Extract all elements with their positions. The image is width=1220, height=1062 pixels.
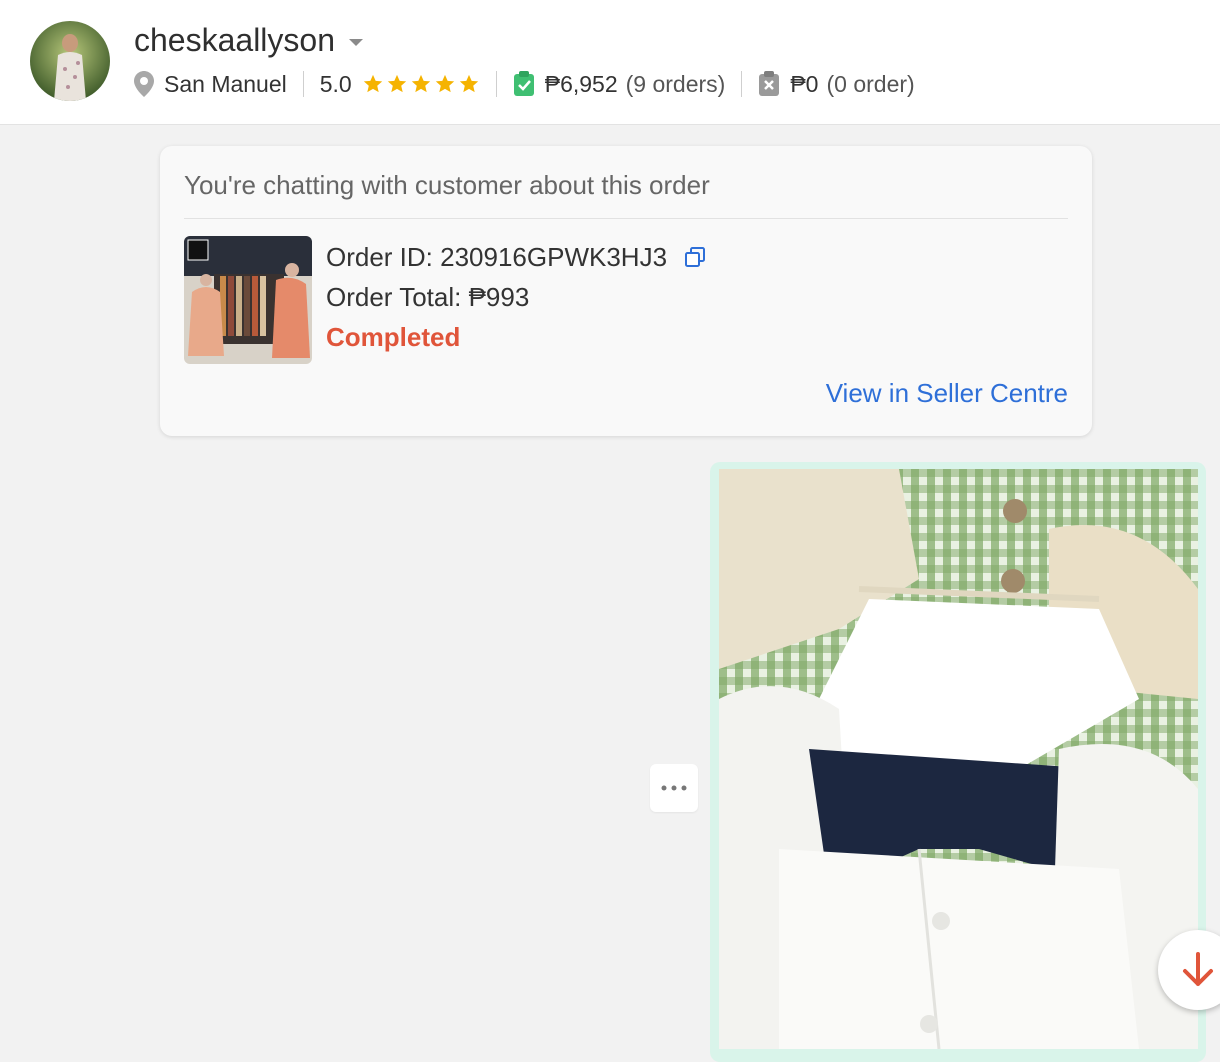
customer-meta: San Manuel 5.0 ₱6,952 (9 orders) ₱0 (0 o…	[134, 66, 915, 102]
username: cheskaallyson	[134, 22, 335, 58]
order-id: Order ID: 230916GPWK3HJ3	[326, 242, 668, 272]
rating-value: 5.0	[319, 70, 352, 97]
cancelled-amount: ₱0	[790, 70, 819, 97]
order-status: Completed	[326, 322, 461, 352]
star-icon	[435, 74, 454, 93]
cancelled-orders: (0 order)	[826, 70, 915, 97]
star-icon	[387, 74, 406, 93]
completed-amount: ₱6,952	[544, 70, 618, 97]
avatar[interactable]	[30, 21, 110, 101]
star-icon	[411, 74, 430, 93]
message-options-button[interactable]	[650, 764, 698, 812]
rating-stars	[362, 73, 480, 95]
order-id-row: Order ID: 230916GPWK3HJ3	[326, 242, 706, 275]
location-pin-icon	[134, 71, 154, 97]
location-text: San Manuel	[164, 70, 287, 97]
order-card: You're chatting with customer about this…	[160, 146, 1092, 436]
divider	[741, 71, 743, 97]
view-in-seller-centre-link[interactable]: View in Seller Centre	[826, 378, 1068, 409]
order-card-title: You're chatting with customer about this…	[184, 170, 710, 200]
order-product-thumbnail[interactable]	[184, 236, 312, 364]
star-icon	[363, 74, 382, 93]
clipboard-x-icon	[758, 71, 780, 97]
completed-orders: (9 orders)	[625, 70, 726, 97]
clipboard-check-icon	[513, 71, 535, 97]
star-icon	[459, 74, 478, 93]
divider	[184, 218, 1068, 219]
chevron-down-icon	[349, 39, 363, 46]
arrow-down-icon	[1183, 952, 1213, 986]
username-dropdown[interactable]: cheskaallyson	[134, 22, 363, 59]
divider	[302, 71, 304, 97]
chat-header: cheskaallyson San Manuel 5.0 ₱6,952 (9 o…	[0, 0, 1220, 125]
order-total: Order Total: ₱993	[326, 282, 530, 312]
divider	[495, 71, 497, 97]
copy-icon[interactable]	[684, 244, 706, 275]
more-dots-icon	[661, 785, 687, 791]
message-image[interactable]	[719, 469, 1198, 1049]
